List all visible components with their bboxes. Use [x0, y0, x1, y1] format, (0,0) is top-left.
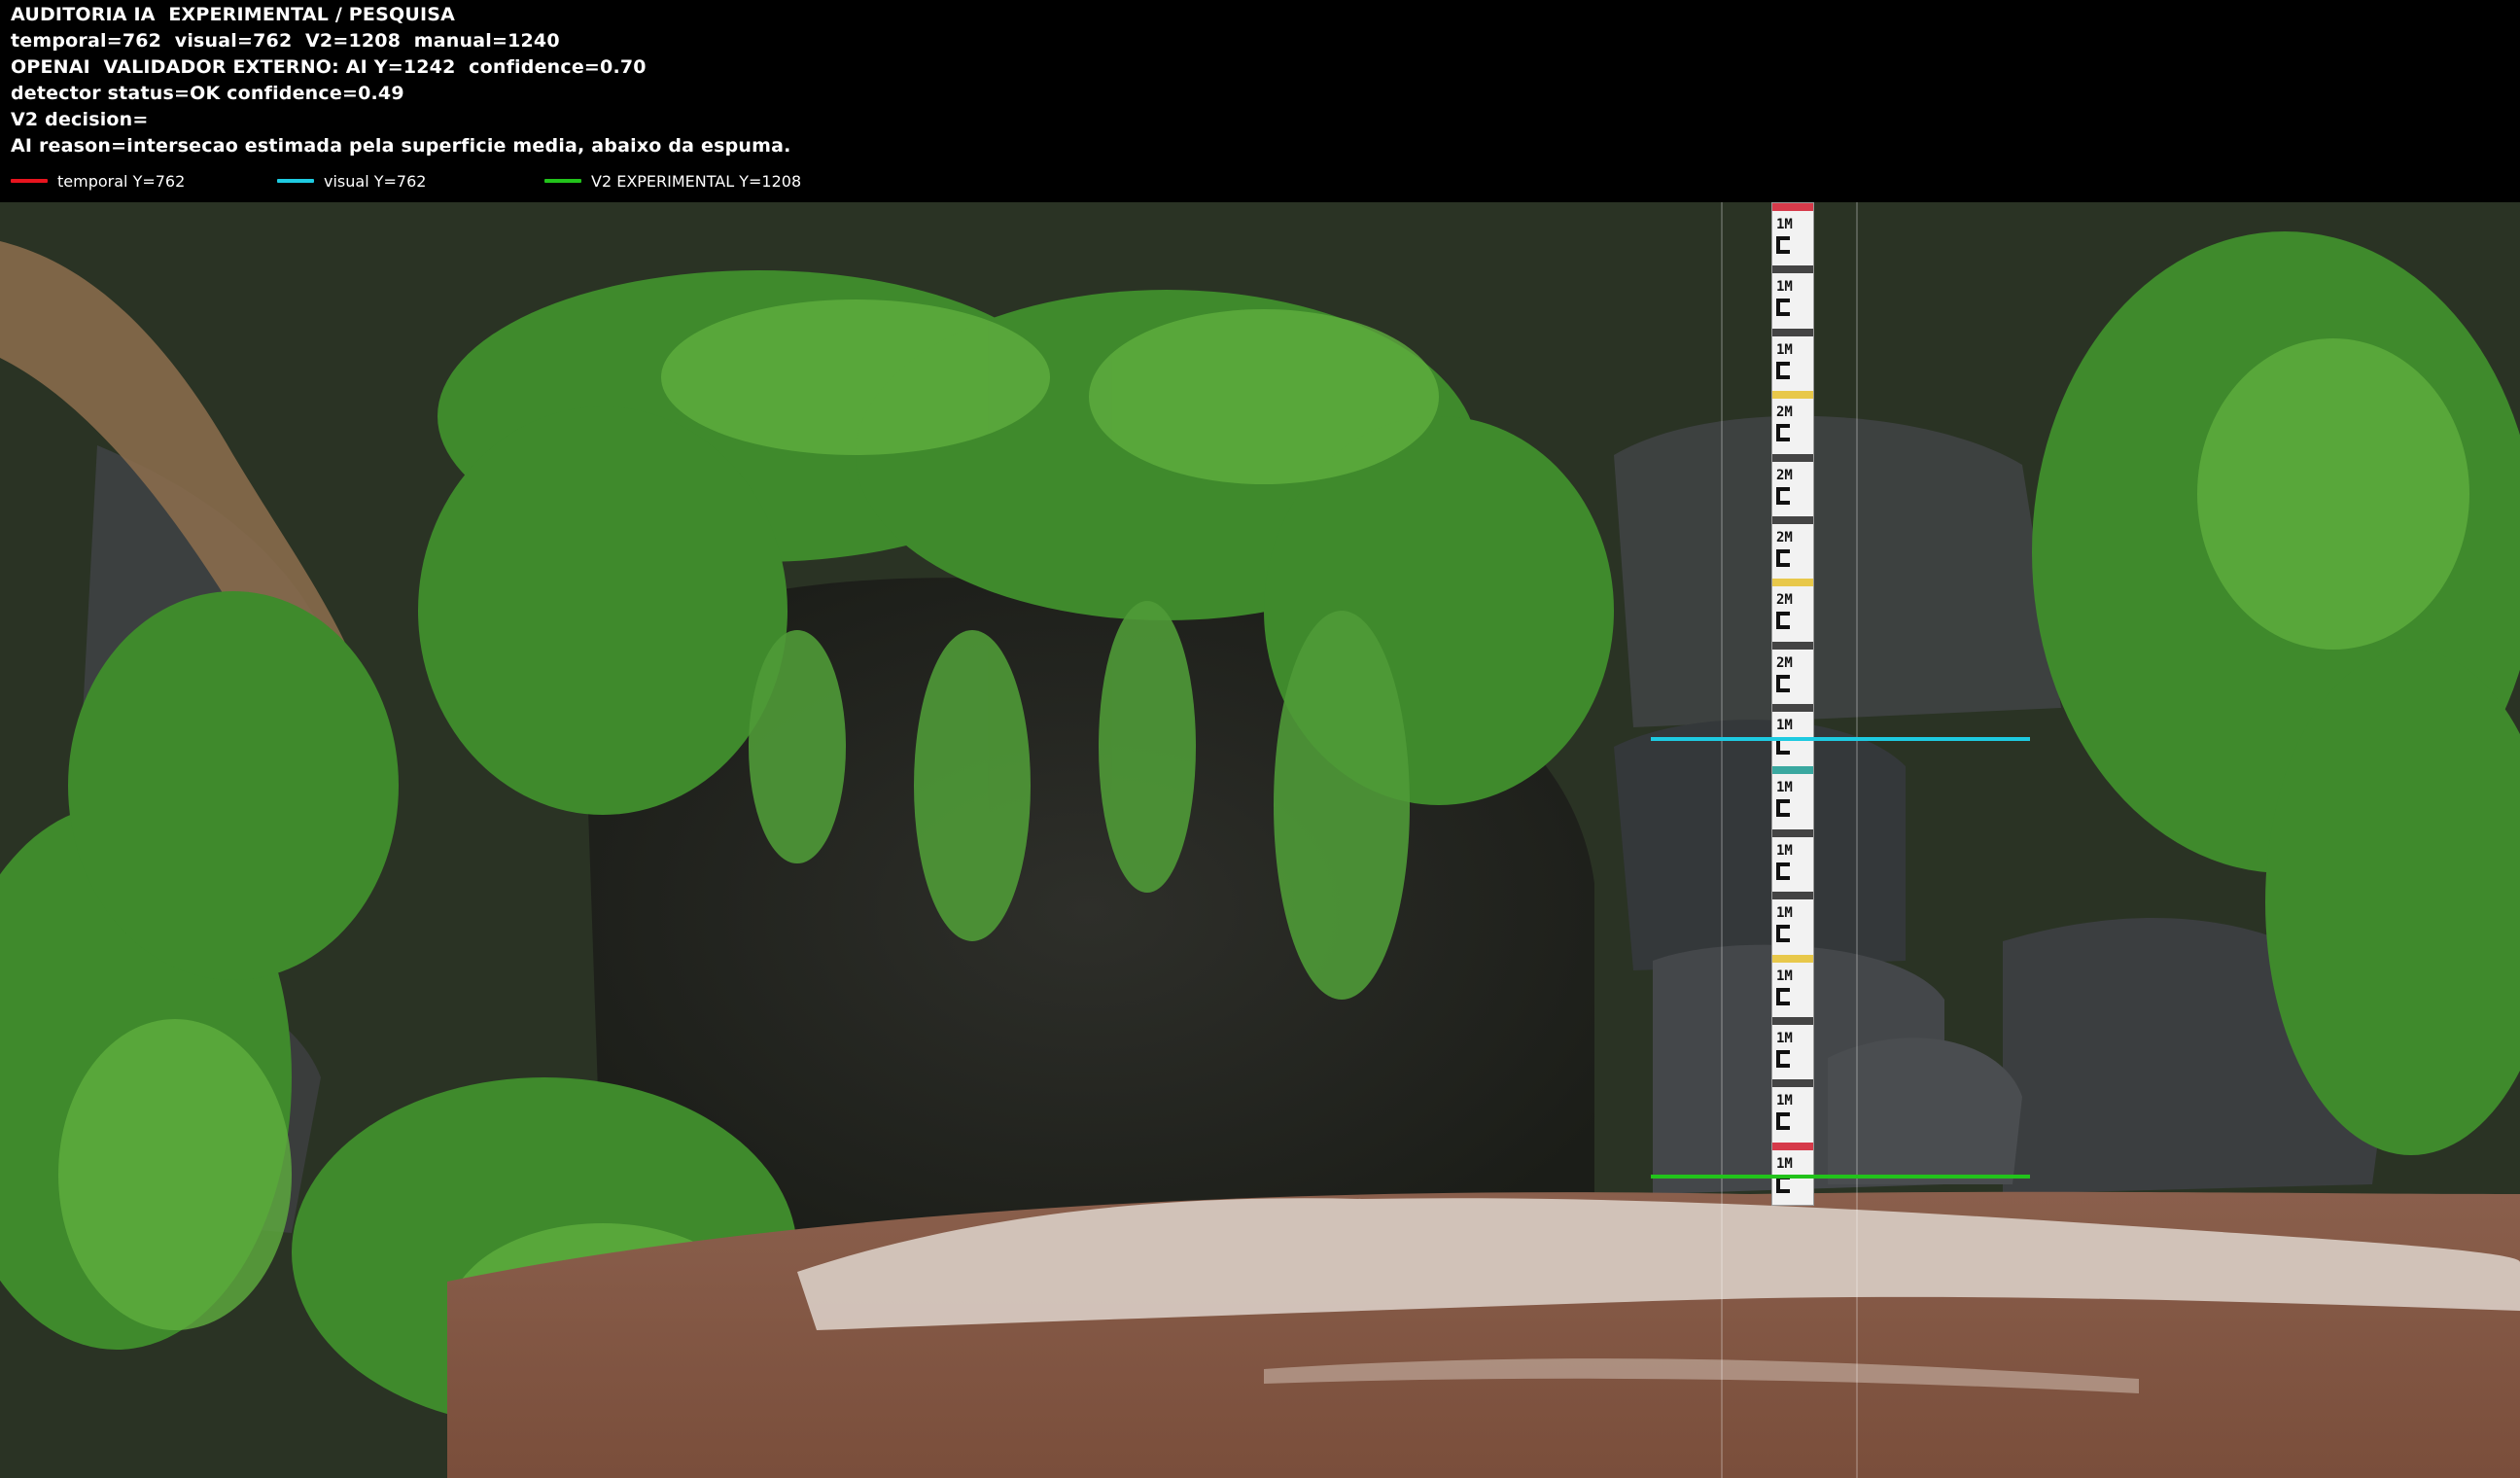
- gauge-segment: 1M: [1772, 704, 1813, 768]
- gauge-segment: 2M: [1772, 391, 1813, 455]
- header-line-detector-status: detector status=OK confidence=0.49: [11, 83, 404, 104]
- gauge-segment: 2M: [1772, 641, 1813, 705]
- gauge-segment: 2M: [1772, 515, 1813, 581]
- legend-temporal: temporal Y=762: [11, 171, 185, 191]
- gauge-tick: [1772, 766, 1813, 775]
- staff-gauge: 1M 1M 1M 2M 2M 2M 2M 2M 1M 1M 1M 1M 1M 1M 1M 1M: [1771, 202, 1814, 1206]
- gauge-segment: 1M: [1772, 1079, 1813, 1144]
- legend-swatch-v2: [544, 179, 581, 183]
- gauge-e-mark: [1776, 925, 1790, 943]
- gauge-e-mark: [1776, 1049, 1790, 1068]
- gauge-tick: [1772, 892, 1813, 900]
- gauge-mark-label: 1M: [1776, 905, 1793, 922]
- audit-header-panel: AUDITORIA IA EXPERIMENTAL / PESQUISA tem…: [0, 0, 2520, 202]
- gauge-tick: [1772, 1142, 1813, 1150]
- river-scene-image: [0, 202, 2520, 1478]
- gauge-segment: 1M: [1772, 766, 1813, 830]
- legend-swatch-temporal: [11, 179, 48, 183]
- gauge-e-mark: [1776, 1112, 1790, 1131]
- gauge-tick: [1772, 954, 1813, 963]
- guide-line-right: [1856, 202, 1858, 1478]
- header-line-ai-reason: AI reason=intersecao estimada pela super…: [11, 135, 791, 157]
- header-line-title: AUDITORIA IA EXPERIMENTAL / PESQUISA: [11, 4, 456, 25]
- gauge-mark-label: 1M: [1776, 968, 1793, 984]
- gauge-e-mark: [1776, 361, 1790, 379]
- legend-v2: V2 EXPERIMENTAL Y=1208: [544, 171, 801, 191]
- gauge-mark-label: 2M: [1776, 529, 1793, 545]
- guide-line-left: [1721, 202, 1723, 1478]
- gauge-tick: [1772, 1016, 1813, 1025]
- gauge-mark-label: 2M: [1776, 654, 1793, 671]
- gauge-e-mark: [1776, 486, 1790, 505]
- gauge-segment: 1M: [1772, 828, 1813, 894]
- gauge-segment: 1M: [1772, 203, 1813, 267]
- gauge-tick: [1772, 828, 1813, 837]
- gauge-mark-label: 1M: [1776, 279, 1793, 296]
- gauge-mark-label: 2M: [1776, 467, 1793, 483]
- gauge-mark-label: 1M: [1776, 341, 1793, 358]
- gauge-e-mark: [1776, 674, 1790, 692]
- header-line-values: temporal=762 visual=762 V2=1208 manual=1…: [11, 30, 560, 52]
- legend-label-visual: visual Y=762: [324, 171, 427, 191]
- gauge-mark-label: 2M: [1776, 592, 1793, 609]
- header-line-ai-validator: OPENAI VALIDADOR EXTERNO: AI Y=1242 conf…: [11, 56, 647, 78]
- gauge-tick: [1772, 579, 1813, 587]
- gauge-segment: 1M: [1772, 892, 1813, 956]
- gauge-e-mark: [1776, 799, 1790, 818]
- gauge-mark-label: 2M: [1776, 405, 1793, 421]
- header-line-v2-decision: V2 decision=: [11, 109, 149, 130]
- gauge-mark-label: 1M: [1776, 1093, 1793, 1109]
- camera-frame: 1M 1M 1M 2M 2M 2M 2M 2M 1M 1M 1M 1M 1M 1M 1M 1M: [0, 202, 2520, 1478]
- gauge-segment: 2M: [1772, 579, 1813, 643]
- gauge-mark-label: 1M: [1776, 217, 1793, 232]
- gauge-tick: [1772, 328, 1813, 336]
- gauge-tick: [1772, 391, 1813, 400]
- gauge-e-mark: [1776, 987, 1790, 1005]
- legend-swatch-visual: [277, 179, 314, 183]
- gauge-mark-label: 1M: [1776, 842, 1793, 859]
- gauge-tick: [1772, 453, 1813, 462]
- legend-visual: visual Y=762: [277, 171, 426, 191]
- gauge-segment: 1M: [1772, 1016, 1813, 1081]
- gauge-mark-label: 1M: [1776, 1155, 1793, 1172]
- gauge-mark-label: 1M: [1776, 780, 1793, 796]
- gauge-mark-label: 1M: [1776, 1030, 1793, 1046]
- gauge-tick: [1772, 1079, 1813, 1088]
- gauge-tick: [1772, 265, 1813, 274]
- gauge-segment: 1M: [1772, 954, 1813, 1018]
- legend-label-v2: V2 EXPERIMENTAL Y=1208: [591, 171, 802, 191]
- gauge-e-mark: [1776, 299, 1790, 317]
- gauge-tick: [1772, 704, 1813, 712]
- gauge-mark-label: 1M: [1776, 718, 1793, 733]
- gauge-tick: [1772, 641, 1813, 650]
- gauge-tick: [1772, 203, 1813, 211]
- gauge-segment: 1M: [1772, 328, 1813, 393]
- visual-level-line: [1651, 737, 2030, 741]
- gauge-segment: 2M: [1772, 453, 1813, 517]
- gauge-e-mark: [1776, 612, 1790, 630]
- legend-label-temporal: temporal Y=762: [57, 171, 186, 191]
- gauge-e-mark: [1776, 424, 1790, 442]
- gauge-tick: [1772, 515, 1813, 524]
- gauge-segment: 1M: [1772, 265, 1813, 330]
- v2-level-line: [1651, 1175, 2030, 1179]
- gauge-e-mark: [1776, 236, 1790, 254]
- gauge-e-mark: [1776, 548, 1790, 567]
- gauge-e-mark: [1776, 862, 1790, 880]
